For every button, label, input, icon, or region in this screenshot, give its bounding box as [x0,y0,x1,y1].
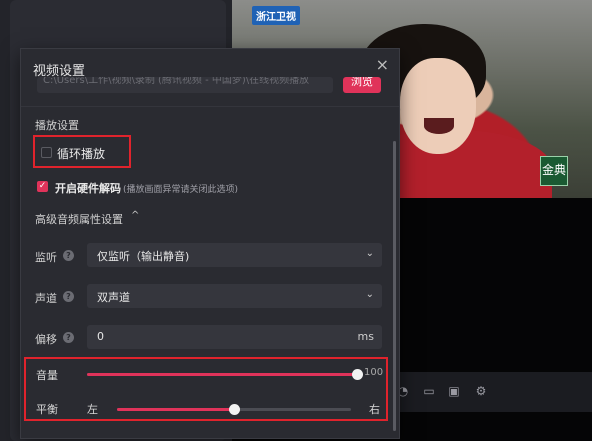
volume-label: 音量 [36,369,58,382]
balance-left-label: 左 [87,403,98,416]
offset-unit: ms [357,330,374,343]
volume-slider-fill [87,373,357,376]
video-settings-dialog: 视频设置 × C:\Users\工作\视频\录制 (腾讯视频 - 中国梦)\在线… [20,48,400,439]
balance-right-label: 右 [369,403,380,416]
balance-label: 平衡 [36,403,58,416]
offset-value: 0 [97,330,104,343]
monitor-select[interactable]: 仅监听（输出静音) ⌄ [87,243,382,267]
audio-highlight-box: 音量 100 平衡 左 右 [24,357,388,421]
screen-icon[interactable]: ▭ [422,384,436,398]
monitor-value: 仅监听（输出静音) [97,250,190,263]
browse-button[interactable]: 浏览 [343,77,381,93]
volume-slider[interactable] [87,369,363,380]
balance-slider[interactable] [117,404,351,415]
chevron-down-icon: ⌄ [365,248,374,259]
loop-checkbox[interactable] [41,147,52,158]
offset-label: 偏移 [35,333,57,346]
monitor-help-icon[interactable]: ? [63,250,74,261]
balance-slider-fill [117,408,234,411]
divider [21,106,399,107]
channel-select[interactable]: 双声道 ⌄ [87,284,382,308]
file-path-field[interactable]: C:\Users\工作\视频\录制 (腾讯视频 - 中国梦)\在线视频播放 [37,77,333,93]
chevron-up-icon[interactable]: ^ [131,210,139,221]
volume-slider-handle[interactable] [352,369,363,380]
channel-label: 声道 [35,292,57,305]
channel-logo: 浙江卫视 [252,6,300,25]
volume-value: 100 [364,367,384,378]
monitor-label: 监听 [35,251,57,264]
channel-value: 双声道 [97,291,130,304]
hw-decode-note: (播放画面异常请关闭此选项) [123,185,239,195]
corner-logo: 金典 [540,156,568,186]
channel-help-icon[interactable]: ? [63,291,74,302]
settings-gear-icon[interactable]: ⚙ [474,384,488,398]
hw-decode-label[interactable]: 开启硬件解码 [55,180,121,196]
offset-help-icon[interactable]: ? [63,332,74,343]
loop-label[interactable]: 循环播放 [57,145,105,162]
loop-highlight-box: 循环播放 [33,135,131,168]
video-person-mouth [424,118,454,134]
close-icon[interactable]: × [376,57,389,73]
hw-decode-checkbox[interactable]: ✓ [37,181,48,192]
dialog-scrollbar[interactable] [393,141,396,431]
offset-input[interactable]: 0 ms [87,325,382,349]
advanced-audio-title[interactable]: 高级音频属性设置 [35,211,123,227]
dialog-scrollbar-thumb[interactable] [393,141,396,431]
balance-slider-handle[interactable] [229,404,240,415]
playback-section-title: 播放设置 [35,119,79,132]
video-person-face [400,58,476,154]
video-icon[interactable]: ▣ [447,384,461,398]
chevron-down-icon: ⌄ [365,289,374,300]
